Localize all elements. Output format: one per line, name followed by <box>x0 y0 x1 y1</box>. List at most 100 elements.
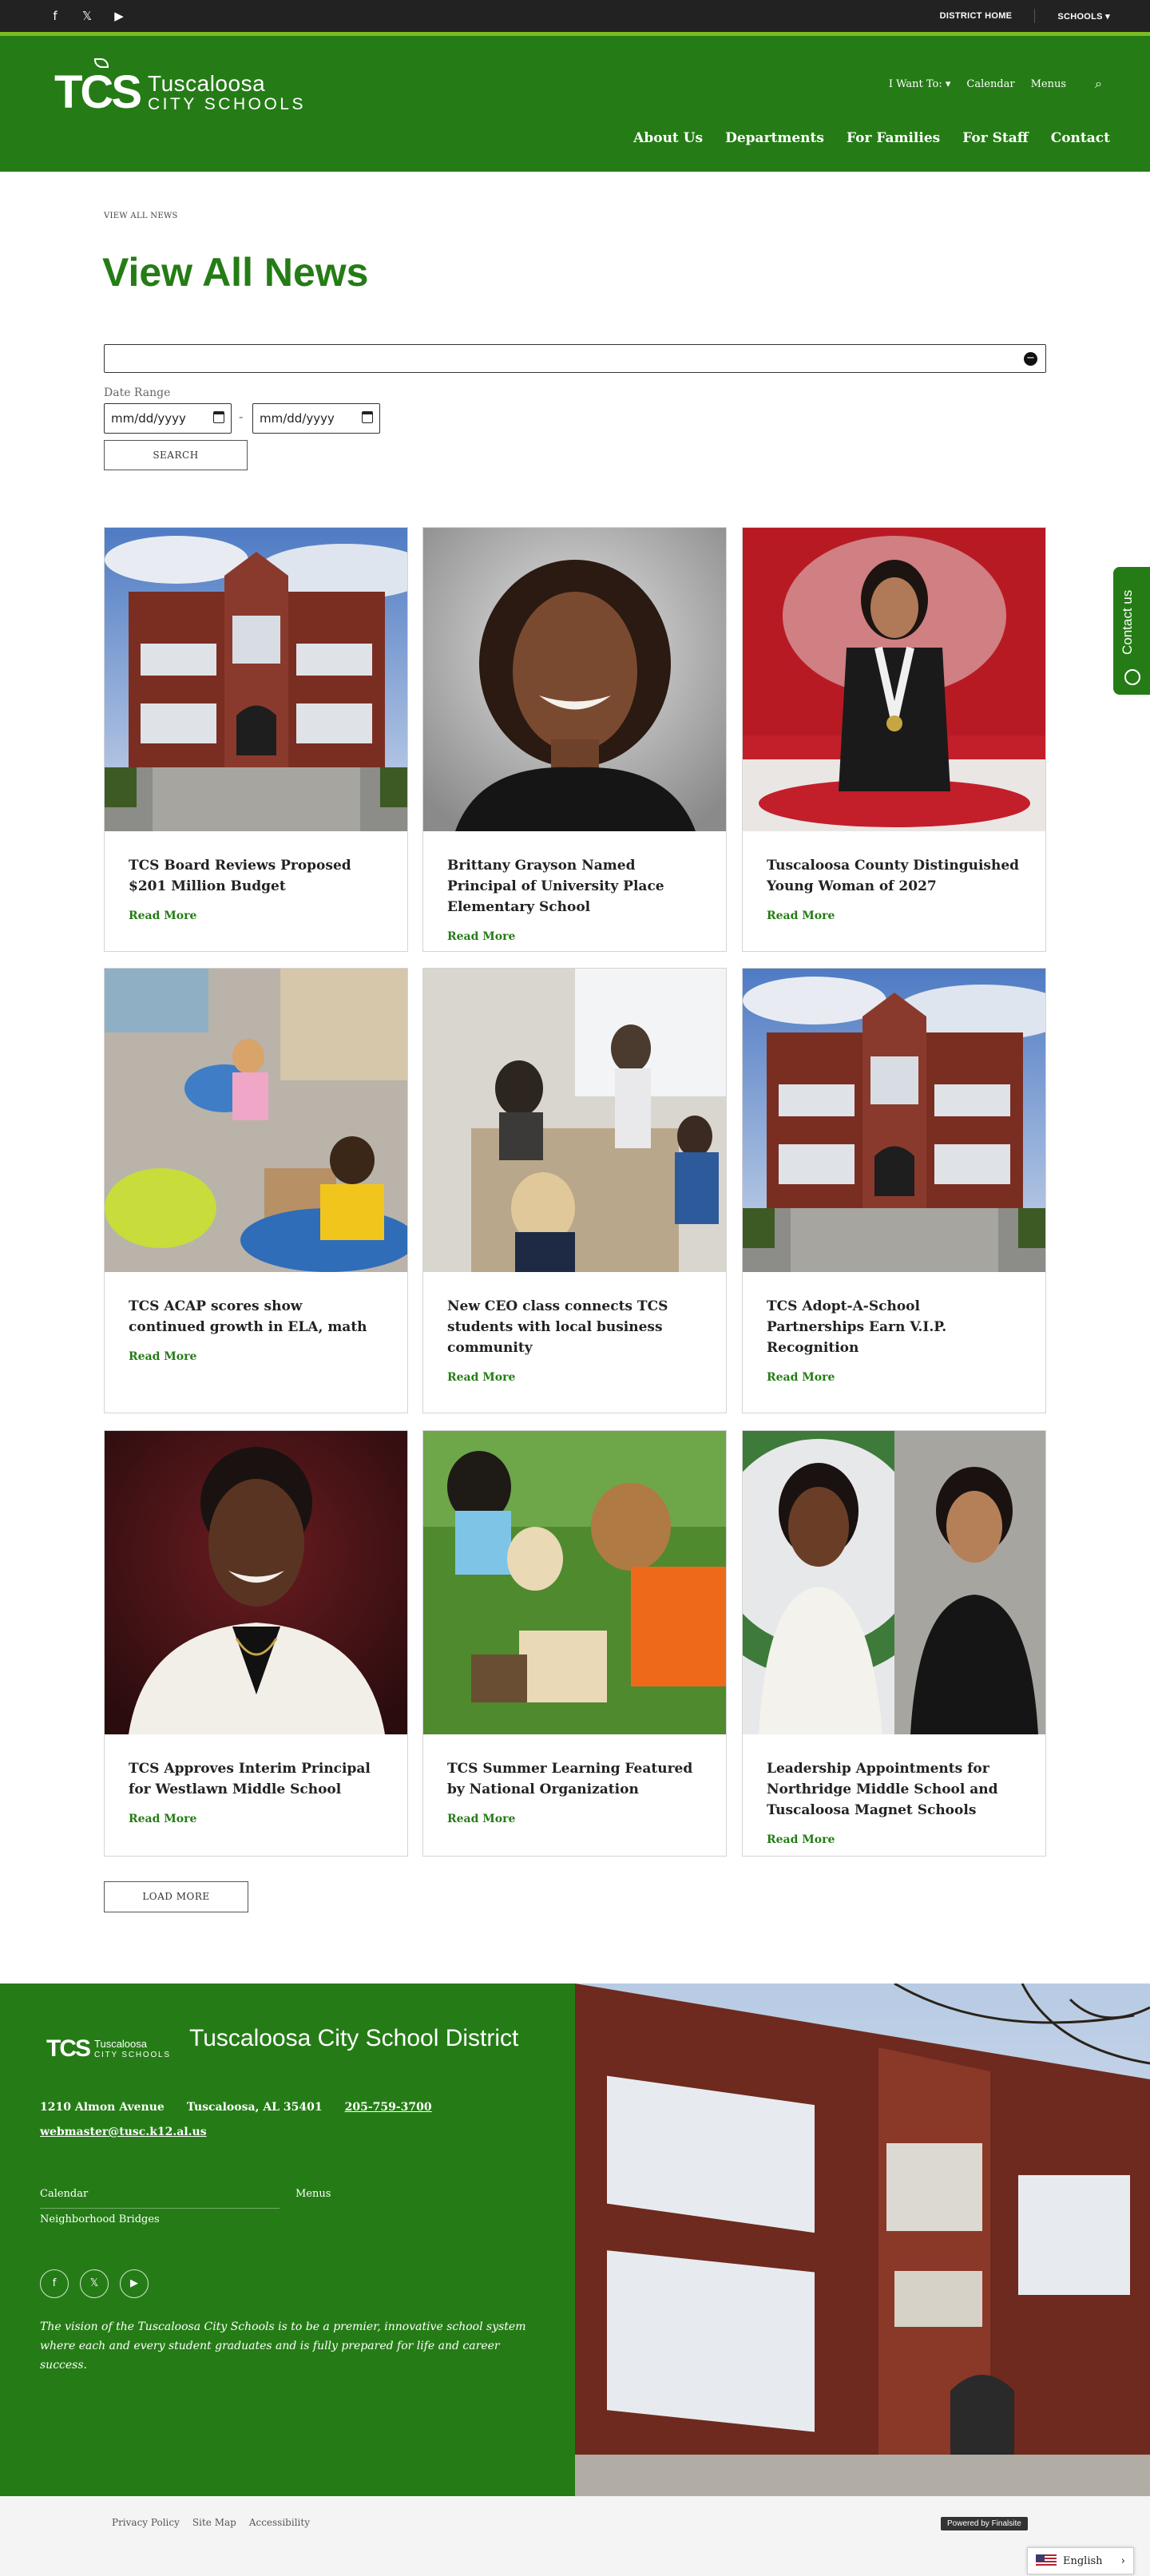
district-home-link[interactable]: DISTRICT HOME <box>940 11 1013 21</box>
news-headline[interactable]: TCS Adopt-A-School Partnerships Earn V.I… <box>767 1296 1021 1358</box>
footer-email-link[interactable]: webmaster@tusc.k12.al.us <box>40 2126 207 2138</box>
nav-for-families[interactable]: For Families <box>847 130 940 146</box>
news-card-body: TCS Board Reviews Proposed $201 Million … <box>105 831 407 922</box>
news-headline[interactable]: Brittany Grayson Named Principal of Univ… <box>447 855 702 917</box>
date-to-input[interactable]: mm/dd/yyyy <box>252 403 380 434</box>
read-more-link[interactable]: Read More <box>129 1350 383 1363</box>
news-card-body: TCS Adopt-A-School Partnerships Earn V.I… <box>743 1272 1045 1384</box>
breadcrumb[interactable]: VIEW ALL NEWS <box>104 212 178 220</box>
nav-contact[interactable]: Contact <box>1051 130 1110 146</box>
twitter-icon[interactable]: 𝕏 <box>78 9 96 23</box>
news-headline[interactable]: TCS Approves Interim Principal for Westl… <box>129 1758 383 1800</box>
utility-bar: f 𝕏 ▶ DISTRICT HOME SCHOOLS ▾ <box>0 0 1150 32</box>
calendar-link[interactable]: Calendar <box>966 78 1014 90</box>
language-label: English <box>1063 2554 1103 2567</box>
youtube-icon[interactable]: ▶ <box>110 9 128 23</box>
footer-phone-link[interactable]: 205-759-3700 <box>345 2101 432 2114</box>
read-more-link[interactable]: Read More <box>767 1833 1021 1846</box>
news-card[interactable]: TCS Adopt-A-School Partnerships Earn V.I… <box>742 968 1046 1413</box>
search-button[interactable]: SEARCH <box>104 440 248 470</box>
footer-link-calendar[interactable]: Calendar <box>40 2183 280 2209</box>
news-photo[interactable] <box>743 528 1045 831</box>
load-more-button[interactable]: LOAD MORE <box>104 1881 248 1912</box>
nav-for-staff[interactable]: For Staff <box>962 130 1028 146</box>
twitter-icon[interactable]: 𝕏 <box>80 2269 109 2298</box>
read-more-link[interactable]: Read More <box>767 910 1021 922</box>
footer-social-links: f 𝕏 ▶ <box>40 2269 149 2298</box>
divider <box>1034 9 1036 23</box>
footer-district-name: Tuscaloosa City School District <box>189 2025 519 2051</box>
news-headline[interactable]: TCS ACAP scores show continued growth in… <box>129 1296 383 1338</box>
nav-departments[interactable]: Departments <box>725 130 824 146</box>
news-photo[interactable] <box>743 969 1045 1272</box>
i-want-to-dropdown[interactable]: I Want To: ▾ <box>889 78 951 90</box>
privacy-policy-link[interactable]: Privacy Policy <box>112 2517 180 2528</box>
vision-statement: The vision of the Tuscaloosa City School… <box>40 2320 526 2372</box>
facebook-icon[interactable]: f <box>46 9 64 23</box>
facebook-icon[interactable]: f <box>40 2269 69 2298</box>
news-headline[interactable]: Tuscaloosa County Distinguished Young Wo… <box>767 855 1021 897</box>
chevron-right-icon: › <box>1120 2554 1125 2567</box>
menus-link[interactable]: Menus <box>1031 78 1066 90</box>
news-photo[interactable] <box>743 1431 1045 1734</box>
news-photo[interactable] <box>423 969 726 1272</box>
read-more-link[interactable]: Read More <box>767 1371 1021 1384</box>
news-headline[interactable]: TCS Board Reviews Proposed $201 Million … <box>129 855 383 897</box>
news-card[interactable]: TCS ACAP scores show continued growth in… <box>104 968 408 1413</box>
news-headline[interactable]: Leadership Appointments for Northridge M… <box>767 1758 1021 1821</box>
utility-links: DISTRICT HOME SCHOOLS ▾ <box>940 0 1110 32</box>
news-card-body: Tuscaloosa County Distinguished Young Wo… <box>743 831 1045 922</box>
news-photo[interactable] <box>423 1431 726 1734</box>
news-photo[interactable] <box>423 528 726 831</box>
news-headline[interactable]: New CEO class connects TCS students with… <box>447 1296 702 1358</box>
read-more-link[interactable]: Read More <box>447 1813 702 1825</box>
district-logo[interactable]: TCS Tuscaloosa CITY SCHOOLS <box>54 58 306 118</box>
news-card[interactable]: Leadership Appointments for Northridge M… <box>742 1430 1046 1857</box>
footer-logo[interactable]: TCS Tuscaloosa CITY SCHOOLS <box>46 2035 171 2063</box>
news-headline[interactable]: TCS Summer Learning Featured by National… <box>447 1758 702 1800</box>
news-card[interactable]: New CEO class connects TCS students with… <box>422 968 727 1413</box>
date-range-separator: - <box>239 409 244 424</box>
youtube-icon[interactable]: ▶ <box>120 2269 149 2298</box>
news-card-body: TCS Approves Interim Principal for Westl… <box>105 1734 407 1825</box>
logo-line1: Tuscaloosa <box>148 71 266 97</box>
footer-link-neighborhood-bridges[interactable]: Neighborhood Bridges <box>40 2209 160 2233</box>
accessibility-link[interactable]: Accessibility <box>249 2517 310 2528</box>
category-filter-select[interactable]: − <box>104 344 1046 373</box>
read-more-link[interactable]: Read More <box>129 1813 383 1825</box>
logo-wordmark: Tuscaloosa CITY SCHOOLS <box>148 72 306 113</box>
read-more-link[interactable]: Read More <box>129 910 383 922</box>
footer-city: Tuscaloosa, AL 35401 <box>186 2101 323 2114</box>
news-photo[interactable] <box>105 528 407 831</box>
news-card[interactable]: TCS Board Reviews Proposed $201 Million … <box>104 527 408 952</box>
powered-by-badge[interactable]: Powered by Finalsite <box>941 2517 1028 2530</box>
contact-us-tab[interactable]: Contact us <box>1113 567 1150 695</box>
footer-address: 1210 Almon Avenue Tuscaloosa, AL 35401 2… <box>40 2101 432 2114</box>
news-photo[interactable] <box>105 969 407 1272</box>
main-nav: About Us Departments For Families For St… <box>633 130 1110 146</box>
date-from-input[interactable]: mm/dd/yyyy <box>104 403 232 434</box>
chat-icon <box>1124 669 1140 685</box>
news-card[interactable]: TCS Approves Interim Principal for Westl… <box>104 1430 408 1857</box>
read-more-link[interactable]: Read More <box>447 930 702 943</box>
bottom-bar: Privacy Policy Site Map Accessibility Po… <box>0 2496 1150 2576</box>
clear-filter-icon[interactable]: − <box>1024 352 1037 366</box>
news-card[interactable]: Brittany Grayson Named Principal of Univ… <box>422 527 727 952</box>
news-card[interactable]: TCS Summer Learning Featured by National… <box>422 1430 727 1857</box>
news-photo[interactable] <box>105 1431 407 1734</box>
utility-social-links: f 𝕏 ▶ <box>46 0 128 32</box>
search-icon[interactable]: ⌕ <box>1095 76 1102 92</box>
logo-mark-text: TCS <box>54 66 142 118</box>
schools-dropdown[interactable]: SCHOOLS ▾ <box>1057 11 1110 22</box>
footer-logo-line2: CITY SCHOOLS <box>94 2050 171 2059</box>
read-more-link[interactable]: Read More <box>447 1371 702 1384</box>
nav-about-us[interactable]: About Us <box>633 130 703 146</box>
news-card[interactable]: Tuscaloosa County Distinguished Young Wo… <box>742 527 1046 952</box>
site-footer: TCS Tuscaloosa CITY SCHOOLS Tuscaloosa C… <box>0 1984 575 2496</box>
footer-link-menus[interactable]: Menus <box>295 2183 519 2209</box>
calendar-icon[interactable] <box>213 411 224 423</box>
footer-logo-wordmark: Tuscaloosa CITY SCHOOLS <box>94 2039 171 2059</box>
language-selector[interactable]: English › <box>1027 2547 1134 2574</box>
site-map-link[interactable]: Site Map <box>192 2517 236 2528</box>
calendar-icon[interactable] <box>362 411 373 423</box>
